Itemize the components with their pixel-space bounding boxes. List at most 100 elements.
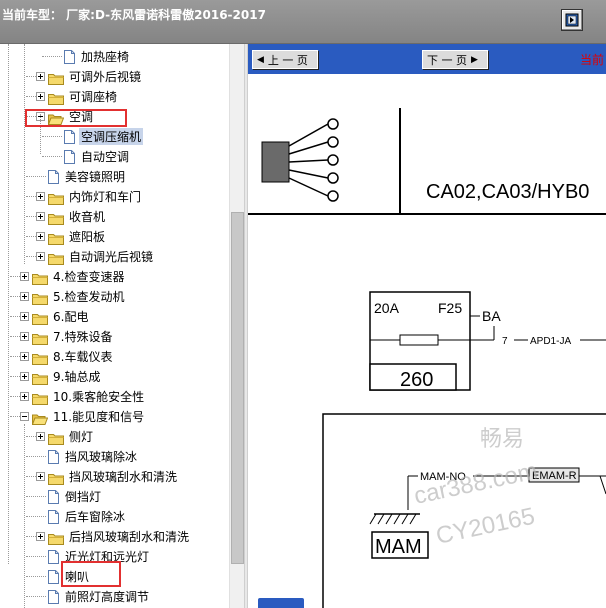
tree-item[interactable]: 侧灯: [36, 426, 95, 446]
document-icon: [48, 169, 59, 184]
tree-item[interactable]: 5.检查发动机: [20, 286, 126, 306]
tree-item[interactable]: 可调座椅: [36, 86, 119, 106]
tree-item[interactable]: 后车窗除冰: [48, 506, 127, 526]
tree-item[interactable]: 加热座椅: [64, 46, 131, 66]
folder-icon: [32, 370, 48, 385]
tree-connector: [10, 356, 20, 357]
tree-item-label: 9.轴总成: [53, 369, 101, 384]
tree-scrollbar[interactable]: [229, 44, 244, 608]
tree-item[interactable]: 倒挡灯: [48, 486, 103, 506]
tree-item-label: 遮阳板: [69, 229, 106, 244]
highlight-box-horn: [61, 561, 121, 587]
tree-connector: [26, 456, 46, 457]
tree-item[interactable]: 前照灯高度调节: [48, 586, 151, 606]
tree-connector: [10, 276, 20, 277]
expand-plus-icon[interactable]: [20, 311, 29, 321]
expand-plus-icon[interactable]: [36, 211, 45, 221]
folder-icon: [32, 270, 48, 285]
tree-item[interactable]: 7.特殊设备: [20, 326, 114, 346]
tree-item-label: 10.乘客舱安全性: [53, 389, 145, 404]
wire-apd-label: APD1-JA: [530, 336, 571, 347]
expand-plus-icon[interactable]: [36, 431, 45, 441]
tree-item-label: 可调座椅: [69, 89, 118, 104]
tree-item[interactable]: 挡风玻璃除冰: [48, 446, 139, 466]
arrow-right-icon: ▶: [471, 54, 478, 65]
expand-plus-icon[interactable]: [36, 471, 45, 481]
tree-item[interactable]: 遮阳板: [36, 226, 107, 246]
expand-plus-icon[interactable]: [36, 231, 45, 241]
tree-guide-line: [24, 424, 25, 608]
document-icon: [48, 589, 59, 604]
tree-connector: [26, 476, 36, 477]
tree-connector: [10, 296, 20, 297]
tree-item-label: 6.配电: [53, 309, 89, 324]
document-icon: [48, 489, 59, 504]
tree-connector: [42, 56, 62, 57]
expand-plus-icon[interactable]: [20, 371, 29, 381]
tree-item[interactable]: 4.检查变速器: [20, 266, 126, 286]
tree-item-label: 自动空调: [81, 149, 130, 164]
tree-connector: [26, 576, 46, 577]
tree-item-label: 美容镜照明: [65, 169, 126, 184]
ground-label: MAM: [375, 536, 422, 558]
highlight-box-aircon: [25, 109, 127, 127]
collapse-minus-icon[interactable]: [20, 411, 29, 421]
tree-item[interactable]: 内饰灯和车门: [36, 186, 143, 206]
next-page-button[interactable]: 下 一 页 ▶: [422, 50, 488, 69]
expand-plus-icon[interactable]: [20, 331, 29, 341]
tree-connector: [26, 436, 36, 437]
expand-plus-icon[interactable]: [20, 271, 29, 281]
document-icon: [48, 549, 59, 564]
expand-plus-icon[interactable]: [36, 91, 45, 101]
tree-item[interactable]: 收音机: [36, 206, 107, 226]
emam-bend-wire: [599, 475, 606, 495]
tree-connector: [10, 396, 20, 397]
tree-connector: [26, 196, 36, 197]
prev-page-button[interactable]: ◀ 上 一 页: [252, 50, 318, 69]
next-page-label: 下 一 页: [427, 53, 467, 67]
folder-icon: [48, 210, 64, 225]
tree-item[interactable]: 挡风玻璃刮水和清洗: [36, 466, 179, 486]
expand-plus-icon[interactable]: [36, 251, 45, 261]
tree-item[interactable]: 6.配电: [20, 306, 90, 326]
expand-plus-icon[interactable]: [36, 531, 45, 541]
tree-connector: [26, 96, 36, 97]
tree-item[interactable]: 自动空调: [64, 146, 131, 166]
tree-connector: [26, 216, 36, 217]
tree-connector: [42, 136, 62, 137]
exit-door-icon: [565, 13, 579, 27]
tree-item[interactable]: 空调压缩机: [64, 126, 144, 146]
folder-icon: [32, 350, 48, 365]
expand-plus-icon[interactable]: [20, 291, 29, 301]
tree-item-label: 4.检查变速器: [53, 269, 125, 284]
tree-item[interactable]: 9.轴总成: [20, 366, 102, 386]
watermark-line1: 畅易: [480, 426, 524, 451]
bottom-tab[interactable]: [258, 598, 304, 608]
folder-open-icon: [31, 410, 49, 425]
document-icon: [64, 49, 75, 64]
tree-guide-line: [24, 44, 25, 264]
expand-plus-icon[interactable]: [36, 71, 45, 81]
tree-item-label: 挡风玻璃除冰: [65, 449, 138, 464]
tree-item[interactable]: 10.乘客舱安全性: [20, 386, 146, 406]
tree-connector: [10, 376, 20, 377]
watermark-line2: car388.com: [412, 457, 540, 509]
tree-item[interactable]: 8.车载仪表: [20, 346, 114, 366]
tree-item[interactable]: 11.能见度和信号: [20, 406, 146, 426]
tree-item[interactable]: 美容镜照明: [48, 166, 127, 186]
tree-item[interactable]: 可调外后视镜: [36, 66, 143, 86]
expand-plus-icon[interactable]: [20, 351, 29, 361]
tree-item-label: 8.车载仪表: [53, 349, 113, 364]
header-code: CA02,CA03/HYB0: [426, 181, 589, 203]
scrollbar-thumb[interactable]: [231, 212, 244, 564]
tree-connector: [10, 316, 20, 317]
fuse-box-number: 260: [400, 369, 433, 391]
expand-plus-icon[interactable]: [20, 391, 29, 401]
exit-button[interactable]: [561, 9, 583, 31]
tree-item[interactable]: 自动调光后视镜: [36, 246, 155, 266]
expand-plus-icon[interactable]: [36, 191, 45, 201]
wiring-diagram-view[interactable]: CA02,CA03/HYB0 20A F25 260 BA 7 APD1-JA …: [248, 74, 606, 608]
fuse-icon: [399, 334, 439, 346]
document-icon: [48, 569, 59, 584]
tree-item[interactable]: 后挡风玻璃刮水和清洗: [36, 526, 191, 546]
